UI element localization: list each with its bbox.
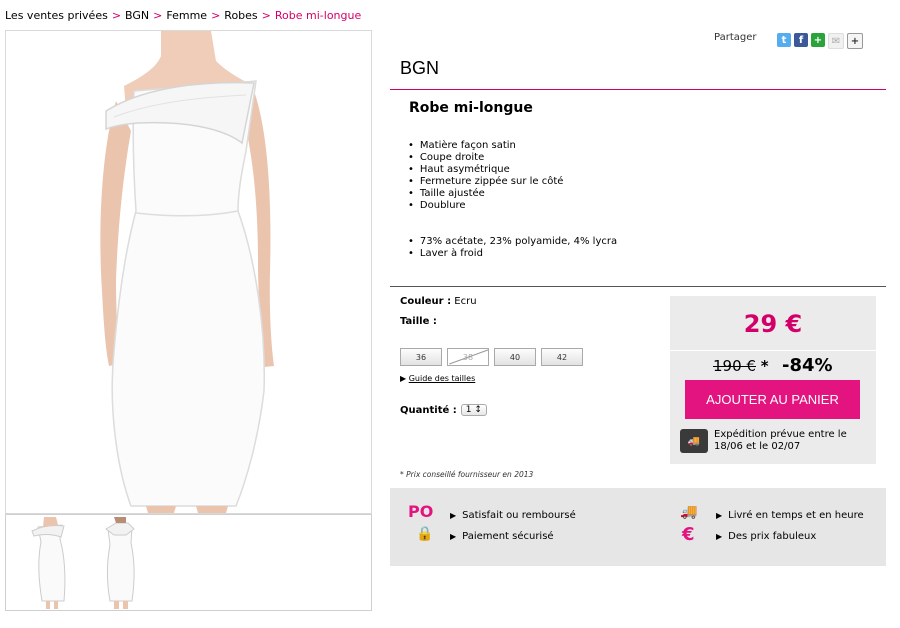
breadcrumb: Les ventes privées > BGN > Femme > Robes > Robe … — [5, 9, 361, 22]
stepper-icon: ↕ — [474, 405, 482, 415]
breadcrumb-link-femme[interactable]: Femme — [166, 9, 207, 22]
divider — [390, 286, 886, 287]
euro-icon: € — [682, 524, 695, 545]
more-share-icon[interactable]: + — [847, 33, 863, 49]
quantity-row: Quantité : 1 ↕ — [400, 404, 487, 416]
divider — [390, 89, 886, 90]
size-button-40[interactable]: 40 — [494, 348, 536, 366]
color-value: Ecru — [454, 296, 477, 307]
size-button-36[interactable]: 36 — [400, 348, 442, 366]
guarantee-prices-text: Des prix fabuleux — [728, 531, 817, 542]
delivery-truck-icon: 🚚 — [680, 504, 698, 520]
composition-list: 73% acétate, 23% polyamide, 4% lycra Lav… — [408, 236, 617, 260]
list-item: 73% acétate, 23% polyamide, 4% lycra — [408, 236, 617, 248]
old-price: 190 € * — [713, 357, 769, 375]
size-selector: 36 38 40 42 — [400, 348, 583, 366]
guarantee-delivery: ▶ Livré en temps et en heure — [716, 510, 864, 521]
guarantee-secure-text: Paiement sécurisé — [462, 531, 554, 542]
price-box: 29 € 190 € * -84% AJOUTER AU PANIER 🚚 Ex… — [670, 296, 876, 464]
old-price-value: 190 € — [713, 357, 756, 375]
twitter-icon[interactable]: t — [777, 33, 791, 47]
guarantee-delivery-text: Livré en temps et en heure — [728, 510, 864, 521]
triangle-right-icon: ▶ — [716, 532, 723, 541]
thumbnail-back[interactable] — [86, 517, 156, 609]
list-item: Fermeture zippée sur le côté — [408, 176, 564, 188]
product-title: Robe mi-longue — [409, 100, 533, 116]
dress-model-illustration — [6, 31, 371, 513]
current-price: 29 € — [743, 310, 803, 338]
breadcrumb-current: Robe mi-longue — [274, 9, 362, 22]
breadcrumb-link-bgn[interactable]: BGN — [125, 9, 149, 22]
product-details: Partager t f + ✉ + BGN Robe mi-longue Ma… — [390, 30, 886, 620]
size-button-38: 38 — [447, 348, 489, 366]
breadcrumb-separator: > — [153, 9, 163, 22]
breadcrumb-separator: > — [211, 9, 221, 22]
dress-thumbnail-back — [105, 517, 135, 609]
add-share-icon[interactable]: + — [811, 33, 825, 47]
list-item: Matière façon satin — [408, 140, 563, 152]
list-item: Haut asymétrique — [408, 164, 563, 176]
size-guide-link[interactable]: Guide des tailles — [409, 374, 476, 383]
add-to-cart-button[interactable]: AJOUTER AU PANIER — [685, 380, 860, 419]
size-button-42[interactable]: 42 — [541, 348, 583, 366]
shipping-text: Expédition prévue entre le 18/06 et le 0… — [714, 429, 847, 452]
size-guide: ▶ Guide des tailles — [400, 374, 475, 383]
thumbnail-front[interactable] — [16, 517, 86, 609]
color-label: Couleur : — [400, 296, 452, 307]
triangle-right-icon: ▶ — [450, 532, 457, 541]
discount-badge: -84% — [782, 355, 833, 376]
dress-thumbnail-front — [31, 517, 66, 609]
email-icon[interactable]: ✉ — [828, 33, 844, 49]
guarantee-satisfied: ▶ Satisfait ou remboursé — [450, 510, 576, 521]
facebook-icon[interactable]: f — [794, 33, 808, 47]
list-item: Taille ajustée — [408, 188, 563, 200]
price-note: * Prix conseillé fournisseur en 2013 — [400, 470, 534, 479]
triangle-right-icon: ▶ — [450, 511, 457, 520]
triangle-right-icon: ▶ — [400, 374, 407, 383]
lock-icon: 🔒 — [416, 526, 434, 542]
size-label: Taille : — [400, 316, 437, 327]
quantity-label: Quantité : — [400, 404, 457, 416]
product-main-image[interactable] — [5, 30, 372, 514]
breadcrumb-link-robes[interactable]: Robes — [224, 9, 257, 22]
share-label: Partager — [714, 32, 757, 43]
breadcrumb-separator: > — [111, 9, 122, 22]
quantity-select[interactable]: 1 ↕ — [460, 404, 487, 416]
shipping-info: 🚚 Expédition prévue entre le 18/06 et le… — [680, 429, 874, 453]
feature-list: Matière façon satin Coupe droite Haut as… — [408, 140, 564, 212]
guarantee-prices: ▶ Des prix fabuleux — [716, 531, 816, 542]
list-item: Coupe droite — [408, 152, 563, 164]
breadcrumb-separator: > — [261, 9, 271, 22]
guarantee-satisfied-text: Satisfait ou remboursé — [462, 510, 576, 521]
satisfied-logo-icon: PO — [408, 502, 434, 521]
triangle-right-icon: ▶ — [716, 511, 723, 520]
product-options: Couleur : Ecru Taille : — [400, 296, 477, 327]
truck-icon: 🚚 — [680, 429, 708, 453]
old-price-star: * — [760, 357, 769, 375]
breadcrumb-link-ventes[interactable]: Les ventes privées — [5, 9, 108, 22]
list-item: Doublure — [408, 200, 563, 212]
guarantees-bar: PO 🔒 ▶ Satisfait ou remboursé ▶ Paiement s… — [390, 488, 886, 566]
share-icons: t f + ✉ + — [777, 33, 863, 49]
divider — [670, 350, 876, 351]
list-item: Laver à froid — [408, 248, 617, 260]
thumbnail-strip — [5, 514, 372, 611]
quantity-value: 1 — [465, 405, 472, 415]
guarantee-secure: ▶ Paiement sécurisé — [450, 531, 554, 542]
brand-name[interactable]: BGN — [400, 58, 439, 79]
